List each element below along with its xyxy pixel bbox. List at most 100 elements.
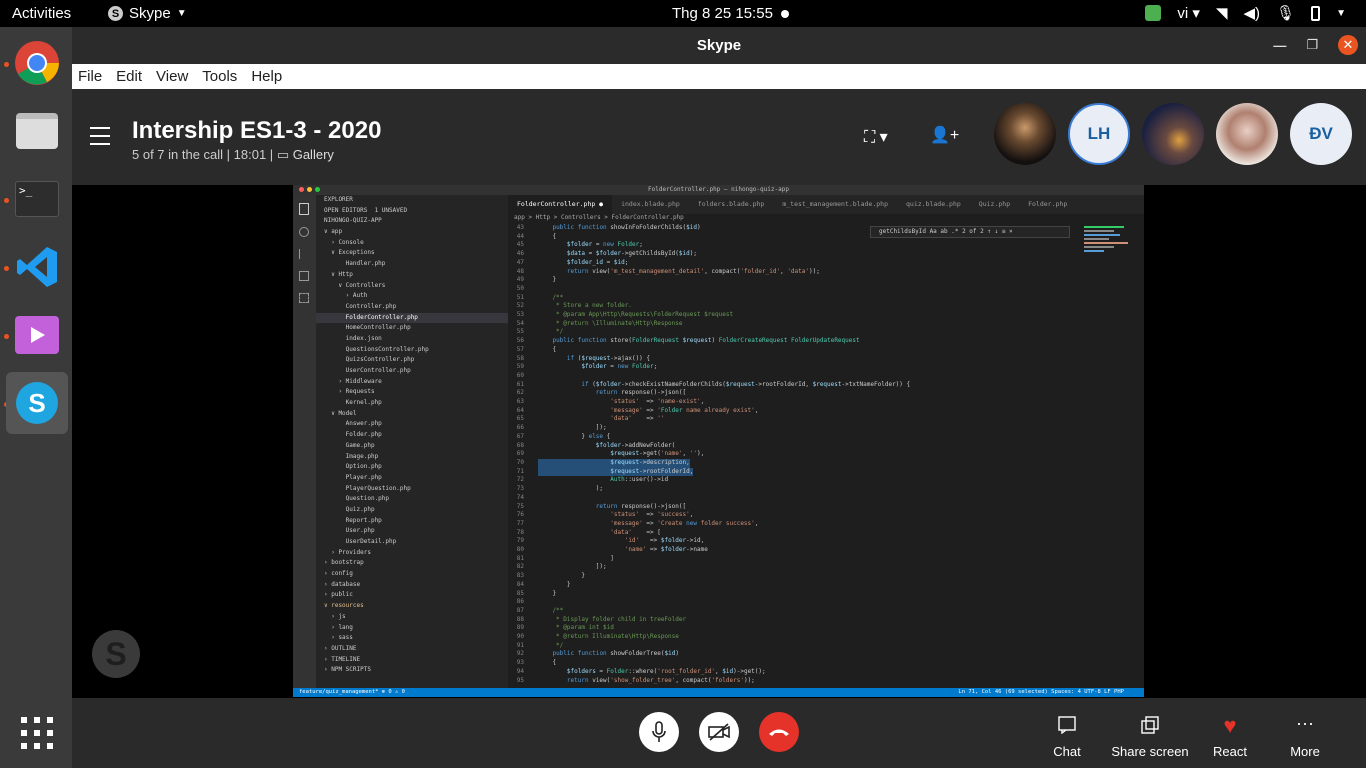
extensions-icon[interactable]: [299, 293, 309, 303]
explorer-item[interactable]: Kernel.php: [316, 398, 508, 409]
explorer-item[interactable]: User.php: [316, 526, 508, 537]
media-player-icon[interactable]: [6, 304, 68, 366]
explorer-item[interactable]: QuestionsController.php: [316, 345, 508, 356]
explorer-item[interactable]: Report.php: [316, 516, 508, 527]
fit-screen-icon[interactable]: ⛶ ▾: [864, 127, 888, 147]
explorer-item[interactable]: Question.php: [316, 494, 508, 505]
language-indicator[interactable]: vi ▾: [1177, 4, 1200, 22]
find-widget[interactable]: getChildsById Aa ab .* 2 of 2 ↑ ↓ ≡ ×: [870, 226, 1070, 238]
explorer-item[interactable]: › NPM SCRIPTS: [316, 665, 508, 676]
explorer-item[interactable]: Quiz.php: [316, 505, 508, 516]
menu-view[interactable]: View: [156, 68, 188, 85]
explorer-item[interactable]: ∨ Exceptions: [316, 248, 508, 259]
explorer-item[interactable]: Game.php: [316, 441, 508, 452]
chrome-icon[interactable]: [6, 32, 68, 94]
explorer-item[interactable]: › TIMELINE: [316, 655, 508, 666]
explorer-item[interactable]: › database: [316, 580, 508, 591]
gallery-view-button[interactable]: Gallery: [293, 147, 334, 162]
explorer-item[interactable]: › Providers: [316, 548, 508, 559]
close-button[interactable]: ✕: [1338, 35, 1358, 55]
system-tray[interactable]: vi ▾ ◥ ◀) 🎙 ▼: [1145, 4, 1346, 22]
code-editor[interactable]: 43 public function showInFoFolderChilds(…: [508, 224, 1073, 685]
participant-avatar[interactable]: ĐV: [1290, 103, 1352, 165]
app-menu[interactable]: S Skype ▼: [108, 5, 187, 22]
explorer-item[interactable]: › public: [316, 590, 508, 601]
explorer-item[interactable]: › config: [316, 569, 508, 580]
explorer-item[interactable]: Controller.php: [316, 302, 508, 313]
maximize-button[interactable]: ❐: [1306, 37, 1318, 53]
activities-button[interactable]: Activities: [12, 5, 71, 22]
explorer-item[interactable]: › js: [316, 612, 508, 623]
explorer-item[interactable]: ∨ app: [316, 227, 508, 238]
explorer-item[interactable]: PlayerQuestion.php: [316, 484, 508, 495]
explorer-item[interactable]: › Auth: [316, 291, 508, 302]
explorer-item[interactable]: NIHONGO-QUIZ-APP: [316, 216, 508, 227]
explorer-item[interactable]: › OUTLINE: [316, 644, 508, 655]
editor-tab[interactable]: FolderController.php ●: [508, 195, 613, 214]
search-icon[interactable]: [299, 227, 309, 237]
participant-avatar[interactable]: LH: [1068, 103, 1130, 165]
explorer-item[interactable]: QuizsController.php: [316, 355, 508, 366]
explorer-item[interactable]: FolderController.php: [316, 312, 508, 324]
editor-tab[interactable]: Folder.php: [1019, 195, 1076, 214]
explorer-item[interactable]: › lang: [316, 623, 508, 634]
share-screen-button[interactable]: Share screen: [1110, 716, 1190, 759]
clock[interactable]: Thg 8 25 15:55: [672, 5, 773, 22]
menu-tools[interactable]: Tools: [202, 68, 237, 85]
editor-tab[interactable]: folders.blade.php: [689, 195, 774, 214]
editor-tab[interactable]: quiz.blade.php: [897, 195, 970, 214]
more-button[interactable]: ··· More: [1265, 714, 1345, 759]
explorer-item[interactable]: Option.php: [316, 462, 508, 473]
explorer-item[interactable]: › sass: [316, 633, 508, 644]
explorer-item[interactable]: › Requests: [316, 387, 508, 398]
explorer-item[interactable]: Answer.php: [316, 419, 508, 430]
explorer-item[interactable]: index.json: [316, 334, 508, 345]
microphone-button[interactable]: [639, 712, 679, 752]
explorer-icon[interactable]: [299, 203, 309, 215]
menu-file[interactable]: File: [78, 68, 102, 85]
chat-button[interactable]: Chat: [1027, 716, 1107, 759]
explorer-item[interactable]: Player.php: [316, 473, 508, 484]
debug-icon[interactable]: [299, 271, 309, 281]
call-header: Intership ES1-3 - 2020 5 of 7 in the cal…: [72, 89, 1366, 185]
menu-edit[interactable]: Edit: [116, 68, 142, 85]
editor-tab[interactable]: m_test_management.blade.php: [773, 195, 897, 214]
explorer-item[interactable]: Image.php: [316, 452, 508, 463]
explorer-item[interactable]: Folder.php: [316, 430, 508, 441]
code-line: 66 ]);: [516, 424, 607, 432]
explorer-item[interactable]: Handler.php: [316, 259, 508, 270]
explorer-item[interactable]: ∨ Model: [316, 409, 508, 420]
add-participant-icon[interactable]: 👤+: [930, 125, 959, 145]
terminal-icon[interactable]: >_: [6, 168, 68, 230]
hang-up-button[interactable]: [759, 712, 799, 752]
minimize-button[interactable]: —: [1273, 38, 1286, 53]
camera-button[interactable]: [699, 712, 739, 752]
explorer-item[interactable]: UserController.php: [316, 366, 508, 377]
explorer-item[interactable]: › bootstrap: [316, 558, 508, 569]
explorer-item[interactable]: › Middleware: [316, 377, 508, 388]
explorer-item[interactable]: EXPLORER: [316, 195, 508, 206]
breadcrumb: app > Http > Controllers > FolderControl…: [514, 214, 684, 221]
menu-help[interactable]: Help: [251, 68, 282, 85]
explorer-item[interactable]: › Console: [316, 238, 508, 249]
explorer-item[interactable]: OPEN EDITORS 1 UNSAVED: [316, 206, 508, 217]
explorer-item[interactable]: ∨ resources: [316, 601, 508, 612]
app-grid-icon[interactable]: [6, 702, 68, 764]
source-control-icon[interactable]: [299, 249, 309, 259]
participant-avatar[interactable]: [1142, 103, 1204, 165]
editor-tab[interactable]: Quiz.php: [970, 195, 1019, 214]
skype-dock-icon[interactable]: S: [6, 372, 68, 434]
files-icon[interactable]: [6, 100, 68, 162]
react-button[interactable]: ♥ React: [1190, 715, 1270, 760]
explorer-item[interactable]: ∨ Http: [316, 270, 508, 281]
vscode-icon[interactable]: [6, 236, 68, 298]
explorer-item[interactable]: ∨ Controllers: [316, 281, 508, 292]
participant-avatar[interactable]: [1216, 103, 1278, 165]
hamburger-menu-icon[interactable]: [90, 127, 110, 151]
explorer-item[interactable]: HomeController.php: [316, 323, 508, 334]
participant-avatar[interactable]: [994, 103, 1056, 165]
microphone-icon: [652, 721, 666, 742]
window-titlebar[interactable]: Skype — ❐ ✕: [72, 27, 1366, 64]
explorer-item[interactable]: UserDetail.php: [316, 537, 508, 548]
editor-tab[interactable]: index.blade.php: [612, 195, 689, 214]
